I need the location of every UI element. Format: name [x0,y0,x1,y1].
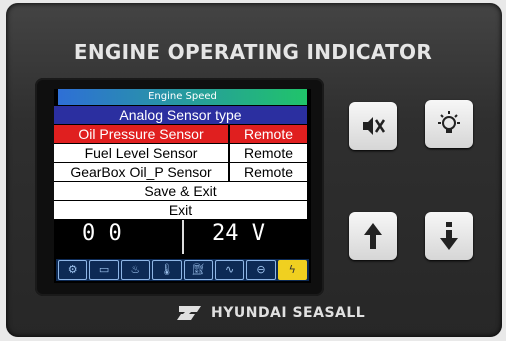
background-right-value: 24 V [212,221,265,246]
menu-row-value[interactable]: Remote [230,125,307,143]
battery-icon: ▭ [89,260,119,280]
menu-row-fuel-level[interactable]: Fuel Level Sensor Remote [54,144,307,163]
menu-row-gearbox-oil[interactable]: GearBox Oil_P Sensor Remote [54,163,307,182]
menu-row-label: Fuel Level Sensor [54,144,230,162]
panel-title: ENGINE OPERATING INDICATOR [73,40,433,64]
background-readouts: 0 0 24 V [54,221,311,246]
menu-row-oil-pressure[interactable]: Oil Pressure Sensor Remote [54,125,307,144]
oil-can-icon: ♨ [120,260,151,280]
oil-level-icon: ⊖ [246,260,276,280]
lcd-display: Engine Speed 0 0 24 V Analog Sensor type… [54,89,311,283]
background-left-value: 0 0 [82,221,122,246]
status-icon-bar: ⚙ ▭ ♨ 🌡︎ ⛽︎ ∿ ⊖ ϟ [56,259,309,281]
glow-plug-icon: ∿ [214,260,245,280]
save-exit-item[interactable]: Save & Exit [54,182,307,201]
charge-icon: ϟ [277,260,307,280]
mute-button[interactable] [349,102,397,150]
background-screen-title: Engine Speed [58,89,307,105]
menu-row-value[interactable]: Remote [230,163,307,181]
analog-sensor-menu: Analog Sensor type Oil Pressure Sensor R… [54,106,307,220]
lamp-test-button[interactable] [425,100,473,148]
mute-speaker-icon [363,117,386,135]
brand-logo: HYUNDAI SEASALL [175,304,365,322]
brand-mark-icon [177,306,201,320]
engine-icon: ⚙ [58,260,88,280]
menu-header: Analog Sensor type [54,106,307,125]
lamp-icon [438,111,460,133]
menu-row-label: GearBox Oil_P Sensor [54,163,230,181]
temperature-icon: 🌡︎ [152,260,182,280]
brand-name: HYUNDAI SEASALL [211,305,366,321]
menu-row-value[interactable]: Remote [230,144,307,162]
arrow-down-icon [440,222,458,250]
fuel-icon: ⛽︎ [183,260,213,280]
exit-item[interactable]: Exit [54,201,307,220]
up-button[interactable] [349,212,397,260]
down-button[interactable] [425,212,473,260]
menu-row-label: Oil Pressure Sensor [54,125,230,143]
arrow-up-icon [364,223,382,249]
